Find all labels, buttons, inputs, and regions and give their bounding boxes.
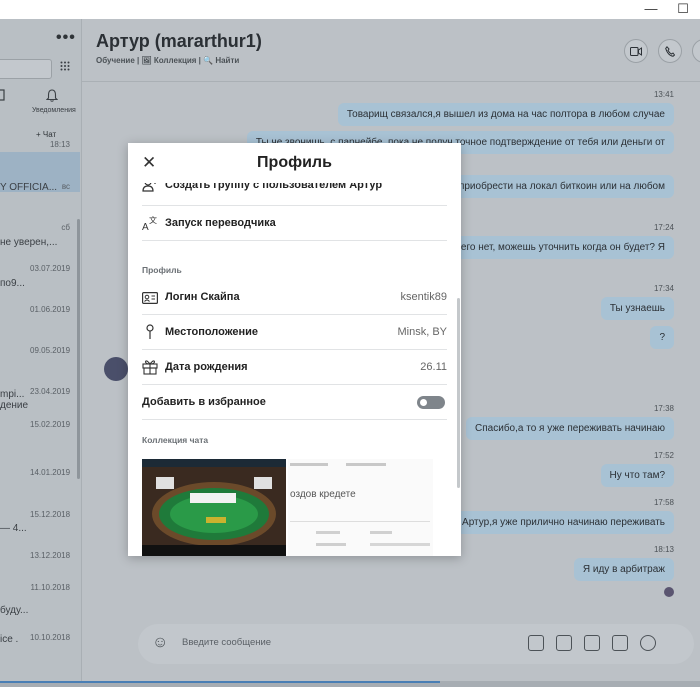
minimize-button[interactable]: — (641, 1, 661, 17)
message-bubble[interactable]: Товарищ связался,я вышел из дома на час … (337, 103, 674, 126)
search-input[interactable] (0, 59, 52, 79)
translator-label: Запуск переводчика (165, 217, 276, 229)
conversation-preview[interactable]: Y OFFICIA... (0, 182, 78, 193)
sidebar-scrollbar[interactable] (77, 219, 80, 479)
message-composer[interactable]: ☺ Введите сообщение (138, 624, 694, 664)
conversation-date: 01.06.2019 (30, 305, 71, 314)
message-bubble[interactable]: , его нет, можешь уточнить когда он буде… (446, 236, 674, 259)
message-bubble[interactable]: Артур,я уже прилично начинаю переживать (453, 511, 674, 534)
dialpad-icon[interactable] (56, 60, 74, 78)
add-person-button[interactable] (692, 39, 700, 63)
birthday-label: Дата рождения (165, 361, 248, 373)
chat-subtitle-links[interactable]: Обучение | 🖼 Коллекция | 🔍 Найти (96, 56, 239, 65)
translate-icon: A文 (142, 215, 158, 231)
message-timestamp: 17:58 (653, 498, 674, 507)
conversation-preview[interactable]: буду... (0, 605, 78, 616)
window-titlebar: — ☐ (0, 0, 700, 19)
message-timestamp: 18:13 (653, 545, 674, 554)
contact-card-icon[interactable] (584, 635, 600, 651)
avatar[interactable] (104, 357, 128, 381)
location-value: Minsk, BY (397, 326, 447, 338)
profile-dialog-header: ✕ Профиль (128, 143, 461, 183)
conversation-date: 18:13 (49, 140, 70, 149)
message-bubble[interactable]: ? (650, 326, 674, 349)
conversation-date: 13.12.2018 (30, 551, 71, 560)
bell-icon[interactable] (45, 89, 59, 105)
notifications-tab-label[interactable]: Уведомления (32, 107, 76, 114)
taskbar-strip (0, 681, 700, 687)
message-bubble[interactable]: Ну что там? (600, 464, 674, 487)
message-timestamp: 13:41 (653, 90, 674, 99)
chat-title[interactable]: Артур (mararthur1) (96, 31, 262, 52)
comment-icon[interactable] (556, 635, 572, 651)
skype-login-value: ksentik89 (400, 291, 447, 303)
message-timestamp: 17:24 (653, 223, 674, 232)
message-bubble[interactable]: приобрести на локал биткоин или на любом (449, 175, 674, 198)
contacts-tab-icon[interactable] (0, 89, 6, 104)
svg-text:文: 文 (149, 215, 157, 225)
skype-login-label: Логин Скайпа (165, 291, 240, 303)
document-heading: оздов кредете (290, 489, 356, 500)
conversation-date: 11.10.2018 (30, 583, 70, 592)
message-bubble[interactable]: Ты узнаешь (600, 297, 674, 320)
location-pin-icon (142, 324, 158, 340)
message-bubble[interactable]: Я иду в арбитраж (573, 558, 674, 581)
svg-text:A: A (142, 222, 149, 231)
conversation-date: 15.12.2018 (30, 510, 71, 519)
new-chat-button[interactable]: + Чат (36, 130, 56, 139)
conversation-date: 23.04.2019 (30, 387, 71, 396)
image-icon[interactable] (528, 635, 544, 651)
conversation-preview[interactable]: дение (0, 400, 78, 411)
translator-action[interactable]: A文 Запуск переводчика (142, 206, 447, 241)
audio-call-button[interactable] (658, 39, 682, 63)
file-icon[interactable] (612, 635, 628, 651)
favorites-row[interactable]: Добавить в избранное (142, 385, 447, 420)
birthday-row[interactable]: Дата рождения 26.11 (142, 350, 447, 385)
toggle-knob (420, 399, 427, 406)
favorites-label: Добавить в избранное (142, 396, 266, 408)
conversation-date: 15.02.2019 (30, 420, 71, 429)
collection-section-label: Коллекция чата (142, 435, 209, 445)
favorites-toggle[interactable] (417, 396, 445, 409)
emoji-icon[interactable]: ☺ (152, 634, 168, 652)
conversation-date: сб (61, 223, 70, 232)
birthday-value: 26.11 (420, 361, 447, 373)
read-receipt-avatar (664, 587, 674, 597)
profile-dialog-body: Создать группу с пользователем Артур A文 … (128, 178, 461, 556)
conversation-preview[interactable]: не уверен,... (0, 237, 78, 248)
header-divider (82, 81, 700, 82)
message-timestamp: 17:34 (653, 284, 674, 293)
conversation-date: 14.01.2019 (30, 468, 71, 477)
conversation-preview[interactable]: по9... (0, 278, 78, 289)
gift-icon (142, 359, 158, 375)
conversation-preview[interactable]: ice . (0, 634, 78, 645)
conversation-date: 09.05.2019 (30, 346, 71, 355)
message-input[interactable]: Введите сообщение (182, 637, 271, 648)
dialog-title: Профиль (257, 154, 332, 171)
message-timestamp: 17:52 (653, 451, 674, 460)
location-row[interactable]: Местоположение Minsk, BY (142, 315, 447, 350)
video-call-button[interactable] (624, 39, 648, 63)
skype-login-row[interactable]: Логин Скайпа ksentik89 (142, 280, 447, 315)
more-options-button[interactable]: ••• (56, 29, 76, 47)
dialog-scrollbar[interactable] (457, 298, 460, 488)
maximize-button[interactable]: ☐ (673, 1, 693, 17)
id-card-icon (142, 290, 158, 306)
message-bubble[interactable]: Спасибо,а то я уже переживать начинаю (466, 417, 674, 440)
conversation-date: 03.07.2019 (30, 264, 71, 273)
profile-dialog: ✕ Профиль Создать группу с пользователем… (128, 143, 461, 556)
message-timestamp: 17:38 (653, 404, 674, 413)
poll-icon[interactable] (640, 635, 656, 651)
collection-image-document[interactable]: оздов кредете (288, 459, 433, 556)
profile-section-label: Профиль (142, 265, 182, 275)
conversation-preview[interactable]: — 4... (0, 523, 78, 534)
sidebar: ••• Уведомления + Чат 18:13 вс Y OFFICIA..… (0, 19, 82, 681)
collection-image-poker[interactable] (142, 459, 286, 556)
location-label: Местоположение (165, 326, 259, 338)
